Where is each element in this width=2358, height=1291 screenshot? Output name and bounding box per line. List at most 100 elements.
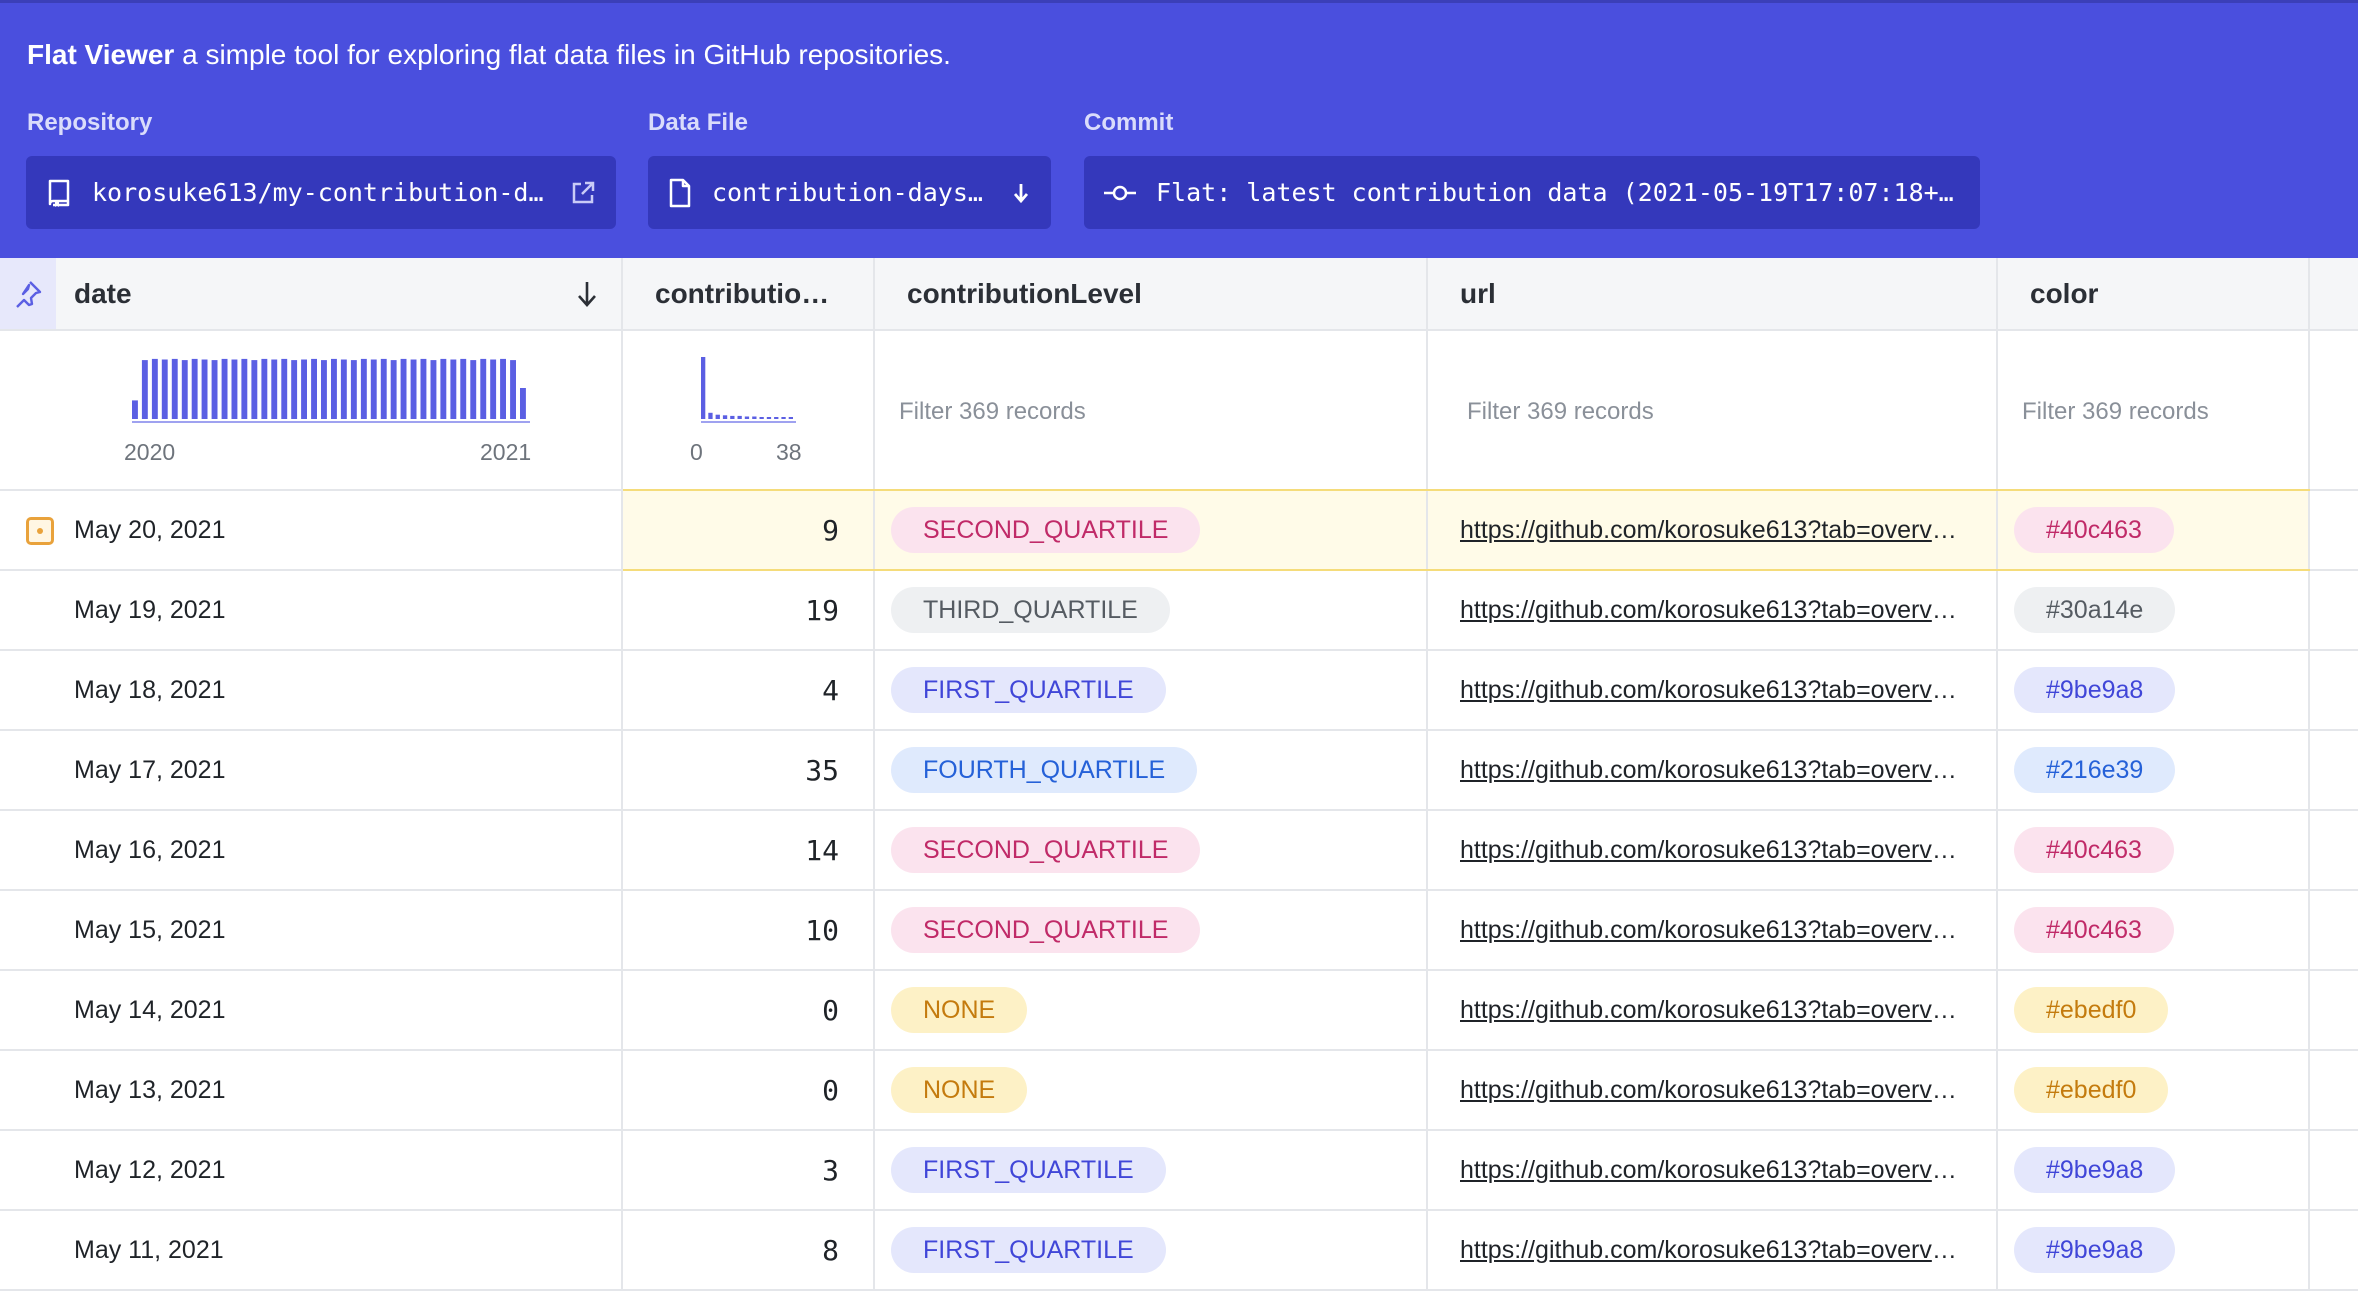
table-cell-url[interactable]: https://github.com/korosuke613?tab=overv… — [1428, 811, 1998, 891]
column-header-date[interactable]: date — [0, 258, 623, 331]
table-cell-color[interactable]: #9be9a8 — [1998, 651, 2310, 731]
pin-icon[interactable] — [0, 258, 56, 331]
table-cell-date[interactable]: May 16, 2021 — [0, 811, 623, 891]
url-link[interactable]: https://github.com/korosuke613?tab=overv… — [1460, 516, 1960, 545]
date-histogram-bar — [480, 358, 487, 419]
sort-desc-icon[interactable] — [575, 280, 599, 315]
table-cell-url[interactable]: https://github.com/korosuke613?tab=overv… — [1428, 651, 1998, 731]
table-cell-count[interactable]: 0 — [623, 1051, 875, 1131]
table-cell-level[interactable]: NONE — [875, 1051, 1428, 1131]
table-cell-date[interactable]: May 18, 2021 — [0, 651, 623, 731]
table-cell-color[interactable]: #9be9a8 — [1998, 1211, 2310, 1291]
table-cell-color[interactable]: #40c463 — [1998, 491, 2310, 571]
url-link[interactable]: https://github.com/korosuke613?tab=overv… — [1460, 756, 1960, 785]
level-filter-input[interactable]: Filter 369 records — [875, 331, 1428, 491]
url-link[interactable]: https://github.com/korosuke613?tab=overv… — [1460, 916, 1960, 945]
date-histogram-bar — [331, 358, 337, 419]
count-histogram[interactable] — [623, 331, 875, 491]
datafile-picker[interactable]: contribution-days.json — [648, 156, 1051, 229]
count-axis-max: 38 — [776, 439, 802, 465]
date-histogram-bar — [520, 388, 526, 419]
table-cell-count[interactable]: 19 — [623, 571, 875, 651]
url-link[interactable]: https://github.com/korosuke613?tab=overv… — [1460, 836, 1960, 865]
date-histogram-bar — [271, 359, 278, 419]
url-filter-input[interactable]: Filter 369 records — [1428, 331, 1998, 491]
table-cell-count[interactable]: 0 — [623, 971, 875, 1051]
table-cell-date[interactable]: May 15, 2021 — [0, 891, 623, 971]
url-link[interactable]: https://github.com/korosuke613?tab=overv… — [1460, 996, 1960, 1025]
count-filter[interactable]: 0 38 — [623, 331, 875, 491]
url-link[interactable]: https://github.com/korosuke613?tab=overv… — [1460, 1076, 1960, 1105]
column-header-url[interactable]: url — [1428, 258, 1998, 331]
table-cell-level[interactable]: SECOND_QUARTILE — [875, 491, 1428, 571]
url-link[interactable]: https://github.com/korosuke613?tab=overv… — [1460, 596, 1960, 625]
date-histogram-bar — [460, 358, 467, 419]
table-cell-level[interactable]: THIRD_QUARTILE — [875, 571, 1428, 651]
column-header-color[interactable]: color — [1998, 258, 2310, 331]
url-link[interactable]: https://github.com/korosuke613?tab=overv… — [1460, 1236, 1960, 1265]
color-badge: #9be9a8 — [2014, 1227, 2176, 1273]
table-cell-count[interactable]: 4 — [623, 651, 875, 731]
date-histogram-bar — [370, 359, 377, 419]
url-link[interactable]: https://github.com/korosuke613?tab=overv… — [1460, 1156, 1960, 1185]
table-cell-date[interactable]: May 19, 2021 — [0, 571, 623, 651]
table-cell-url[interactable]: https://github.com/korosuke613?tab=overv… — [1428, 1051, 1998, 1131]
commit-picker[interactable]: Flat: latest contribution data (2021-05-… — [1084, 156, 1980, 229]
repository-picker[interactable]: korosuke613/my-contribution-data — [26, 156, 616, 229]
table-cell-url[interactable]: https://github.com/korosuke613?tab=overv… — [1428, 891, 1998, 971]
table-cell-color[interactable]: #ebedf0 — [1998, 971, 2310, 1051]
table-cell-url[interactable]: https://github.com/korosuke613?tab=overv… — [1428, 1211, 1998, 1291]
table-cell-level[interactable]: NONE — [875, 971, 1428, 1051]
table-cell-url[interactable]: https://github.com/korosuke613?tab=overv… — [1428, 971, 1998, 1051]
table-cell-color[interactable]: #ebedf0 — [1998, 1051, 2310, 1131]
table-cell-level[interactable]: FIRST_QUARTILE — [875, 651, 1428, 731]
table-cell-date[interactable]: May 17, 2021 — [0, 731, 623, 811]
table-cell-count[interactable]: 9 — [623, 491, 875, 571]
color-badge: #ebedf0 — [2014, 1067, 2169, 1113]
column-header-level[interactable]: contributionLevel — [875, 258, 1428, 331]
table-cell-date[interactable]: May 14, 2021 — [0, 971, 623, 1051]
date-histogram-bar — [291, 360, 298, 419]
external-link-icon[interactable] — [570, 180, 596, 206]
table-cell-level[interactable]: FOURTH_QUARTILE — [875, 731, 1428, 811]
table-cell-url[interactable]: https://github.com/korosuke613?tab=overv… — [1428, 1131, 1998, 1211]
color-badge: #40c463 — [2014, 827, 2174, 873]
level-badge: FIRST_QUARTILE — [891, 1227, 1166, 1273]
datafile-value: contribution-days.json — [712, 178, 993, 207]
table-cell-url[interactable]: https://github.com/korosuke613?tab=overv… — [1428, 491, 1998, 571]
table-cell-url[interactable]: https://github.com/korosuke613?tab=overv… — [1428, 731, 1998, 811]
level-badge: THIRD_QUARTILE — [891, 587, 1170, 633]
table-cell-date[interactable]: May 12, 2021 — [0, 1131, 623, 1211]
table-cell-color[interactable]: #30a14e — [1998, 571, 2310, 651]
table-cell-date[interactable]: May 11, 2021 — [0, 1211, 623, 1291]
table-cell-count[interactable]: 35 — [623, 731, 875, 811]
table-cell-count[interactable]: 8 — [623, 1211, 875, 1291]
table-cell-date[interactable]: May 13, 2021 — [0, 1051, 623, 1131]
date-histogram-bar — [410, 359, 417, 419]
count-histogram-bar — [766, 417, 772, 419]
column-header-contributions[interactable]: contributionCount — [623, 258, 875, 331]
date-histogram[interactable] — [0, 331, 623, 491]
table-cell-color[interactable]: #216e39 — [1998, 731, 2310, 811]
table-cell-count[interactable]: 10 — [623, 891, 875, 971]
date-filter[interactable]: 2020 2021 — [0, 331, 623, 491]
table-cell-level[interactable]: SECOND_QUARTILE — [875, 811, 1428, 891]
table-cell-level[interactable]: FIRST_QUARTILE — [875, 1131, 1428, 1211]
date-histogram-bar — [241, 358, 248, 419]
table-cell-date[interactable]: May 20, 2021 — [0, 491, 623, 571]
table-cell-count[interactable]: 3 — [623, 1131, 875, 1211]
count-histogram-bar — [752, 416, 757, 419]
table-cell-url[interactable]: https://github.com/korosuke613?tab=overv… — [1428, 571, 1998, 651]
level-badge: FIRST_QUARTILE — [891, 1147, 1166, 1193]
table-cell-level[interactable]: SECOND_QUARTILE — [875, 891, 1428, 971]
url-link[interactable]: https://github.com/korosuke613?tab=overv… — [1460, 676, 1960, 705]
table-cell-level[interactable]: FIRST_QUARTILE — [875, 1211, 1428, 1291]
date-histogram-bar — [191, 358, 198, 419]
table-cell-count[interactable]: 14 — [623, 811, 875, 891]
table-cell-color[interactable]: #9be9a8 — [1998, 1131, 2310, 1211]
table-cell-color[interactable]: #40c463 — [1998, 811, 2310, 891]
color-filter-input[interactable]: Filter 369 records — [1998, 331, 2310, 491]
date-value: May 12, 2021 — [74, 1155, 226, 1184]
date-histogram-bar — [151, 358, 158, 419]
table-cell-color[interactable]: #40c463 — [1998, 891, 2310, 971]
